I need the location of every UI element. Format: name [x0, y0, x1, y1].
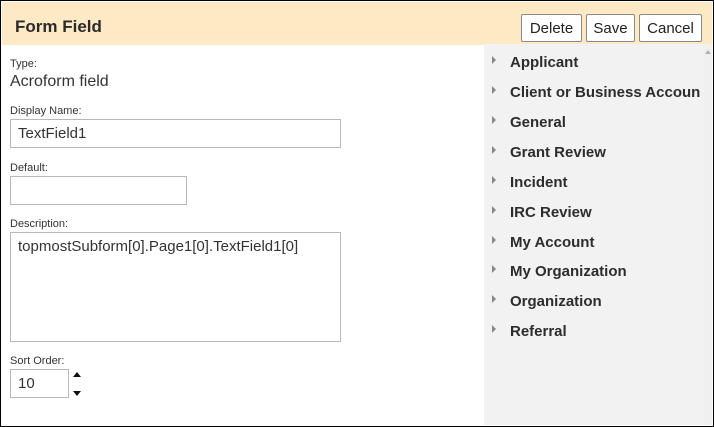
cancel-button[interactable]: Cancel — [639, 14, 702, 42]
sort-order-input[interactable] — [10, 369, 69, 398]
display-name-input[interactable] — [10, 119, 341, 148]
caret-right-icon — [492, 176, 496, 184]
description-textarea[interactable]: topmostSubform[0].Page1[0].TextField1[0] — [10, 232, 341, 342]
category-label: Applicant — [510, 54, 579, 71]
caret-right-icon — [492, 56, 496, 64]
category-label: My Account — [510, 234, 595, 251]
category-item-applicant[interactable]: Applicant — [484, 48, 704, 78]
type-value: Acroform field — [10, 73, 109, 90]
category-item-general[interactable]: General — [484, 108, 704, 138]
caret-right-icon — [492, 295, 496, 303]
description-label: Description: — [10, 218, 69, 230]
category-item-my-organization[interactable]: My Organization — [484, 257, 704, 287]
delete-button[interactable]: Delete — [521, 14, 582, 42]
scroll-up-icon[interactable] — [705, 50, 711, 54]
save-button[interactable]: Save — [586, 14, 635, 42]
sort-order-label: Sort Order: — [10, 355, 65, 367]
category-label: Referral — [510, 323, 567, 340]
display-name-label: Display Name: — [10, 105, 82, 117]
caret-right-icon — [492, 146, 496, 154]
category-label: General — [510, 114, 566, 131]
category-item-organization[interactable]: Organization — [484, 287, 704, 317]
caret-right-icon — [492, 86, 496, 94]
category-label: Grant Review — [510, 144, 606, 161]
spin-down-icon[interactable] — [73, 391, 81, 396]
default-input[interactable] — [10, 176, 187, 205]
category-label: Organization — [510, 293, 602, 310]
category-label: My Organization — [510, 263, 627, 280]
caret-right-icon — [492, 116, 496, 124]
category-label: IRC Review — [510, 204, 592, 221]
caret-right-icon — [492, 265, 496, 273]
caret-right-icon — [492, 236, 496, 244]
default-label: Default: — [10, 162, 48, 174]
category-label: Client or Business Accoun — [510, 84, 700, 101]
dialog-title: Form Field — [15, 17, 102, 36]
category-label: Incident — [510, 174, 568, 191]
category-scrollbar[interactable] — [704, 44, 712, 425]
spin-up-icon[interactable] — [73, 372, 81, 377]
category-item-grant-review[interactable]: Grant Review — [484, 138, 704, 168]
caret-right-icon — [492, 325, 496, 333]
dialog-header: Form Field Delete Save Cancel — [2, 2, 712, 45]
category-item-referral[interactable]: Referral — [484, 317, 704, 347]
category-item-irc-review[interactable]: IRC Review — [484, 198, 704, 228]
category-item-incident[interactable]: Incident — [484, 168, 704, 198]
type-label: Type: — [10, 58, 37, 70]
category-item-my-account[interactable]: My Account — [484, 228, 704, 258]
caret-right-icon — [492, 206, 496, 214]
category-item-client-or-business-account[interactable]: Client or Business Accoun — [484, 78, 704, 108]
